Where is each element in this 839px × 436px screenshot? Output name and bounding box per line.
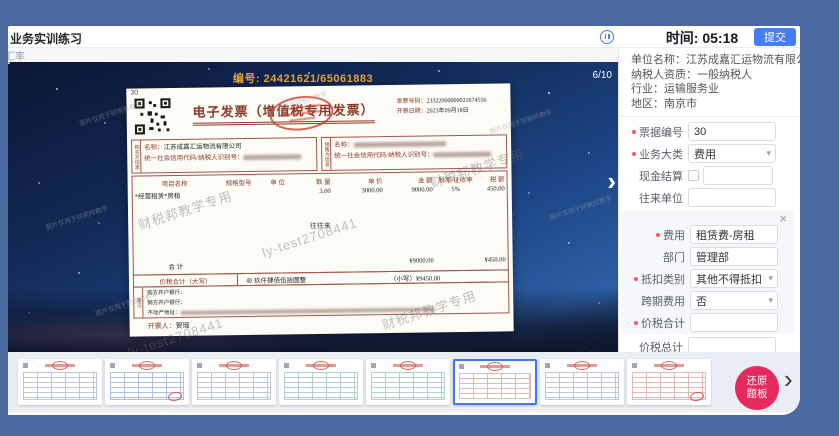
page-indicator: 6/10 (593, 70, 612, 81)
invoice-thumbnail[interactable] (18, 359, 102, 405)
seller-box: 销售方信息 名称： 统一社会信用代码/纳税人识别号： (321, 134, 507, 171)
cash-amount-input[interactable] (703, 166, 773, 185)
seller-name-blurred (354, 141, 446, 147)
info-line: 纳税人资质：一般纳税人 (631, 68, 794, 83)
invoice-item-table: 项目名称 规格型号 单 位 数 量 单 价 金 额 税率/征收率 税 额 *经营… (132, 170, 509, 275)
exercise-serial: 编号: 24421621/65061883 (8, 70, 598, 86)
counterparty-label: 往来单位 (619, 190, 683, 206)
rate-tab[interactable]: 汇率 (8, 48, 25, 62)
grand-total-label: 价税总计 (619, 339, 683, 353)
invoice-number: 23322000000021674556 (426, 98, 486, 105)
invoice-viewer: 编号: 24421621/65061883 6/10 › 30 (8, 62, 618, 352)
next-invoice-arrow-icon[interactable]: › (607, 168, 616, 194)
watermark-usage: 图片仅用于财税邦教学 (548, 192, 613, 222)
chevron-down-icon: ▾ (766, 148, 771, 159)
biz-type-label: 业务大类 (619, 146, 683, 162)
remark-tag: 备注 (134, 287, 143, 317)
buyer-taxid-blurred (244, 154, 302, 160)
invoice-meta: 发票号码：23322000000021674556 开票日期：2023年09月1… (396, 93, 507, 134)
info-line: 单位名称：江苏成嘉汇运物流有限公司 (631, 53, 794, 68)
dept-label: 部门 (621, 249, 685, 265)
invoice-remark-box: 备注 购方开户银行： 销方开户银行： 不动产地址： (133, 281, 509, 318)
page-title: 业务实训练习 (10, 30, 82, 47)
starfield (8, 62, 10, 64)
deduction-select[interactable]: 其他不得抵扣 ▾ (690, 269, 778, 288)
submit-button[interactable]: 提交 (754, 28, 796, 46)
buyer-name: 江苏成嘉汇运物流有限公司 (164, 143, 242, 151)
expense-label: 费用 (621, 227, 685, 243)
close-icon[interactable]: × (779, 212, 787, 225)
seller-taxid-blurred (434, 152, 492, 158)
thumbnail-strip: 还原题板 › (8, 352, 800, 412)
seller-tag: 销售方信息 (322, 138, 331, 170)
bill-no-label: 票据编号 (619, 124, 683, 140)
bill-no-input[interactable] (688, 122, 776, 141)
info-line: 行业：运输服务业 (631, 82, 794, 97)
invoice-total-row: 合 计 ¥9000.00 ¥450.00 (134, 255, 508, 272)
expense-input[interactable] (690, 225, 778, 244)
invoice-thumbnail[interactable] (105, 359, 189, 405)
qr-code-icon (134, 98, 170, 134)
pause-icon[interactable] (600, 30, 614, 44)
rate-subbar: 汇率 (8, 48, 618, 62)
remark-address-blurred (180, 307, 435, 315)
restore-board-button[interactable]: 还原题板 (735, 366, 779, 410)
chevron-down-icon: ▾ (768, 273, 773, 284)
cash-label: 现金结算 (619, 168, 683, 184)
biz-type-select[interactable]: 费用 ▾ (688, 144, 776, 163)
tax-total-label: 价税合计 (621, 315, 685, 331)
invoice-corner-number: 30 (130, 90, 138, 97)
timer-label: 时间: 05:18 (636, 28, 768, 48)
chevron-down-icon: ▾ (768, 295, 773, 306)
entry-form-panel: 单位名称：江苏成嘉汇运物流有限公司 纳税人资质：一般纳税人 行业：运输服务业 地… (618, 48, 800, 352)
invoice-monitor-stamp (268, 93, 336, 134)
invoice-date: 2023年09月18日 (427, 108, 469, 115)
invoice-thumbnail[interactable] (366, 359, 450, 405)
cross-period-label: 跨期费用 (621, 293, 685, 309)
counterparty-input[interactable] (688, 188, 776, 207)
expense-subform: × 费用 部门 抵扣类别 其他不得抵扣 ▾ (621, 211, 794, 334)
invoice-thumbnail[interactable] (279, 359, 363, 405)
invoice-thumbnail[interactable] (627, 359, 711, 405)
info-line: 地区：南京市 (631, 97, 794, 112)
company-info-block: 单位名称：江苏成嘉汇运物流有限公司 纳税人资质：一般纳税人 行业：运输服务业 地… (619, 53, 800, 117)
tax-total-input[interactable] (690, 313, 778, 332)
app-window: 业务实训练习 时间: 05:18 提交 汇率 编号: 24421621/6506… (8, 26, 800, 415)
dept-input[interactable] (690, 247, 778, 266)
strip-next-arrow-icon[interactable]: › (784, 366, 793, 392)
invoice-thumbnail-selected[interactable] (453, 359, 537, 405)
cross-period-select[interactable]: 否 ▾ (690, 291, 778, 310)
grand-total-input[interactable] (688, 337, 776, 352)
invoice-image: 30 (126, 83, 513, 336)
buyer-tag: 购买方信息 (132, 140, 141, 172)
invoice-thumbnail[interactable] (540, 359, 624, 405)
invoice-middle-note: 往往来 (133, 218, 507, 233)
invoice-thumbnail[interactable] (192, 359, 276, 405)
invoice-issuer: 开票人：贺瑶 (134, 316, 510, 331)
cash-checkbox[interactable] (688, 170, 699, 181)
buyer-box: 购买方信息 名称：江苏成嘉汇运物流有限公司 统一社会信用代码/纳税人识别号： (131, 137, 317, 174)
deduction-label: 抵扣类别 (621, 271, 685, 287)
watermark-usage: 图片仅用于财税邦教学 (44, 202, 109, 232)
header-bar: 业务实训练习 时间: 05:18 提交 (8, 26, 800, 48)
